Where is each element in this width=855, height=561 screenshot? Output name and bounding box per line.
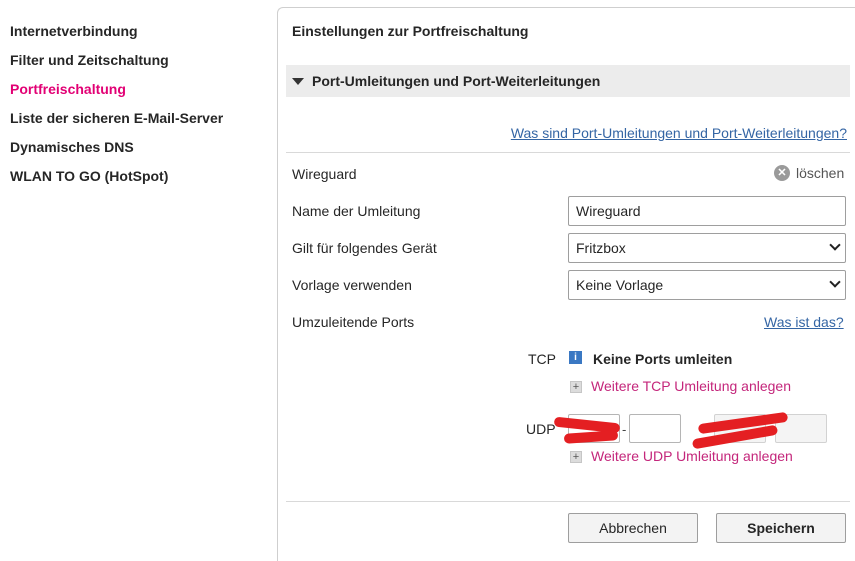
panel-title: Einstellungen zur Portfreischaltung (292, 23, 529, 39)
device-label: Gilt für folgendes Gerät (292, 240, 437, 256)
delete-button[interactable]: ✕ löschen (774, 165, 844, 181)
sidebar-item-dyndns[interactable]: Dynamisches DNS (0, 134, 270, 163)
template-select[interactable]: Keine Vorlage (568, 270, 846, 300)
sidebar-item-filter[interactable]: Filter und Zeitschaltung (0, 47, 270, 76)
collapse-caret-icon (292, 78, 304, 85)
add-udp-link[interactable]: Weitere UDP Umleitung anlegen (591, 448, 793, 464)
plus-icon: + (570, 451, 582, 463)
tcp-label: TCP (528, 351, 556, 367)
chevron-down-icon (829, 276, 841, 288)
udp-label: UDP (526, 421, 556, 437)
settings-panel: Einstellungen zur Portfreischaltung Port… (277, 7, 855, 561)
ports-label: Umzuleitende Ports (292, 314, 415, 330)
cancel-button[interactable]: Abbrechen (568, 513, 698, 543)
sidebar-item-portfreischaltung[interactable]: Portfreischaltung (0, 76, 270, 105)
sidebar: Internetverbindung Filter und Zeitschalt… (0, 18, 270, 192)
delete-label: löschen (796, 165, 845, 181)
plus-icon: + (570, 381, 582, 393)
device-select-value: Fritzbox (576, 240, 626, 256)
divider (286, 501, 850, 502)
name-label: Name der Umleitung (292, 203, 421, 219)
section-title: Port-Umleitungen und Port-Weiterleitunge… (312, 73, 601, 89)
divider (286, 152, 850, 153)
close-icon: ✕ (774, 165, 790, 181)
help-link-port-forwarding[interactable]: Was sind Port-Umleitungen und Port-Weite… (500, 125, 847, 141)
ports-help-link[interactable]: Was ist das? (764, 314, 844, 330)
section-header[interactable]: Port-Umleitungen und Port-Weiterleitunge… (286, 65, 850, 97)
name-input[interactable] (568, 196, 846, 226)
range-dash: - (622, 422, 627, 437)
template-label: Vorlage verwenden (292, 277, 412, 293)
sidebar-item-internetverbindung[interactable]: Internetverbindung (0, 18, 270, 47)
add-tcp-link[interactable]: Weitere TCP Umleitung anlegen (591, 378, 791, 394)
info-icon: i (569, 351, 582, 364)
template-select-value: Keine Vorlage (576, 277, 664, 293)
save-button[interactable]: Speichern (716, 513, 846, 543)
entry-name: Wireguard (292, 166, 357, 182)
device-select[interactable]: Fritzbox (568, 233, 846, 263)
udp-port-end-input[interactable] (629, 414, 681, 443)
tcp-status: Keine Ports umleiten (593, 351, 733, 367)
sidebar-item-email-server[interactable]: Liste der sicheren E-Mail-Server (0, 105, 270, 134)
chevron-down-icon (829, 239, 841, 251)
sidebar-item-hotspot[interactable]: WLAN TO GO (HotSpot) (0, 163, 270, 192)
